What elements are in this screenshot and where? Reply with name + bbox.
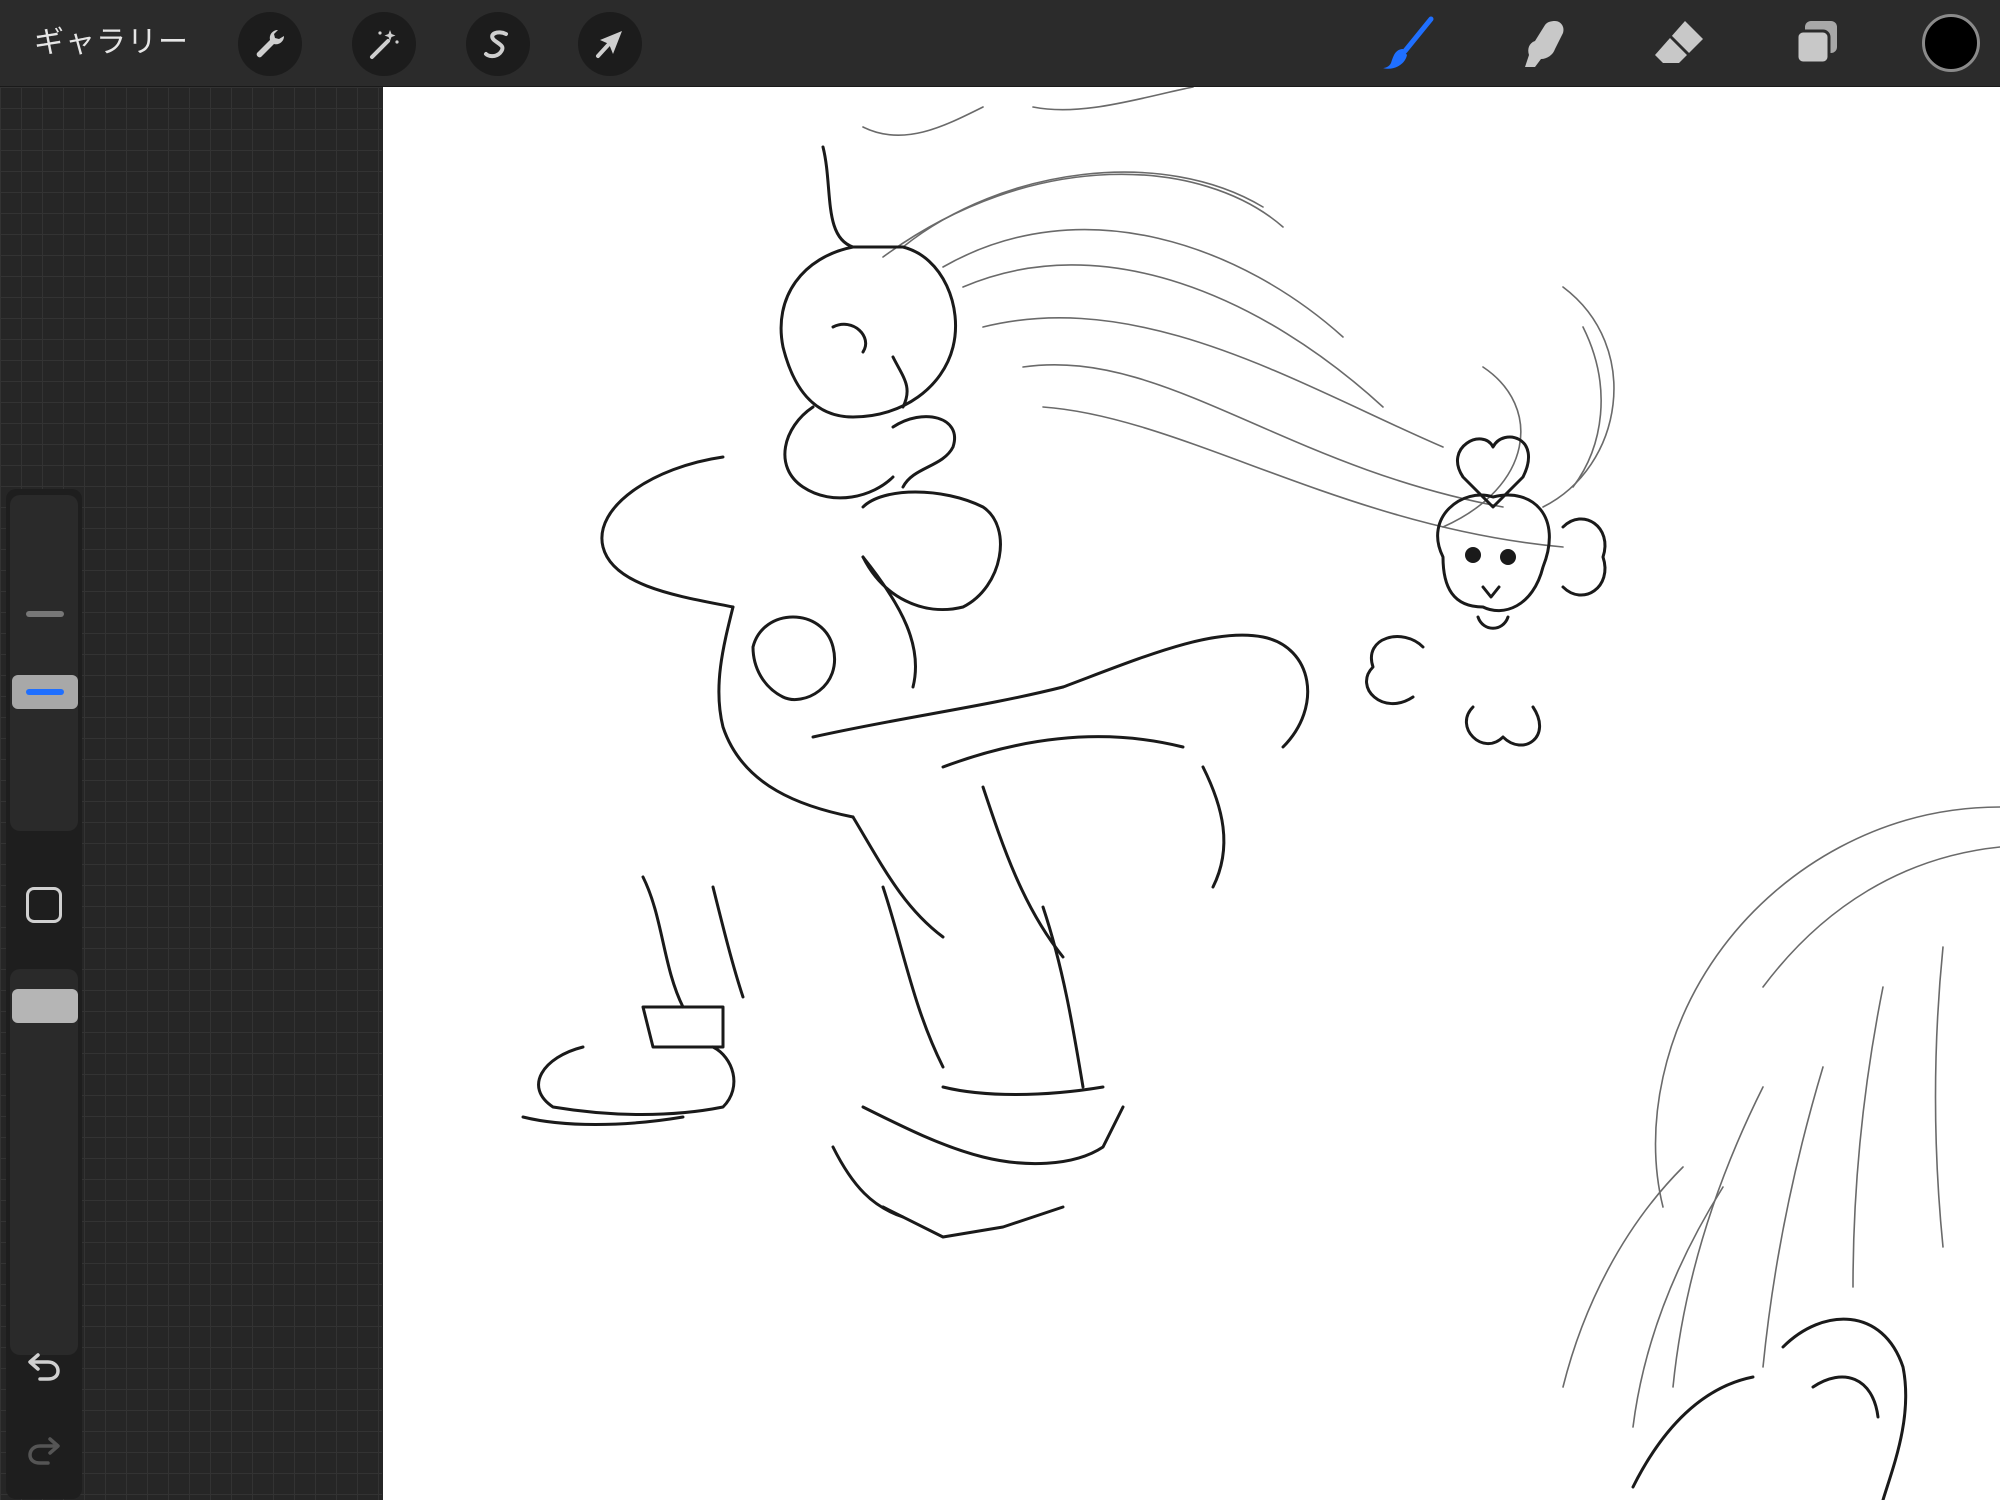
top-toolbar: ギャラリー [0, 0, 2000, 87]
size-preset-marker [26, 611, 64, 617]
smudge-tool-button[interactable] [1508, 10, 1578, 76]
selection-button[interactable] [466, 12, 530, 76]
redo-button[interactable] [24, 1431, 64, 1471]
redo-arrow-icon [28, 1437, 60, 1465]
brush-size-slider[interactable] [10, 495, 78, 831]
brush-size-slider-knob[interactable] [12, 675, 78, 709]
undo-button[interactable] [24, 1347, 64, 1387]
wrench-icon [256, 29, 285, 58]
adjustments-button[interactable] [352, 12, 416, 76]
opacity-slider[interactable] [10, 969, 78, 1355]
brush-tool-button[interactable] [1374, 10, 1444, 76]
pencil-sketch-artwork [521, 87, 2000, 1500]
smudge-finger-icon [1525, 21, 1564, 67]
arrow-cursor-icon [596, 31, 622, 58]
drawing-canvas[interactable] [383, 87, 2000, 1500]
selection-s-icon [484, 30, 508, 59]
layers-icon [1795, 21, 1837, 65]
modify-square-button[interactable] [26, 887, 62, 923]
color-picker-button[interactable] [1922, 14, 1980, 72]
eraser-tool-button[interactable] [1644, 10, 1714, 76]
layers-tool-button[interactable] [1782, 10, 1852, 76]
transform-button[interactable] [578, 12, 642, 76]
opacity-slider-knob[interactable] [12, 989, 78, 1023]
undo-arrow-icon [28, 1353, 60, 1381]
actions-wrench-button[interactable] [238, 12, 302, 76]
sidebar-grid-background [0, 87, 382, 1500]
brush-icon [1383, 16, 1434, 69]
sidebar-panel [6, 489, 82, 1499]
gallery-button[interactable]: ギャラリー [34, 18, 189, 68]
size-active-indicator [26, 689, 64, 695]
eraser-icon [1655, 21, 1703, 63]
magic-wand-icon [370, 30, 399, 59]
